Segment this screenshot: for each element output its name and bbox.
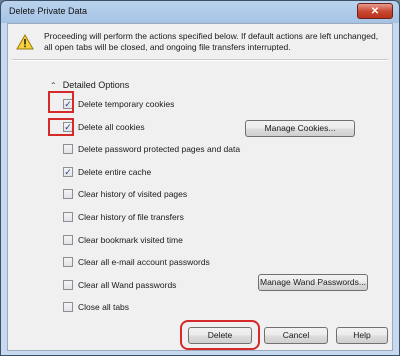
window-title: Delete Private Data <box>9 6 88 16</box>
manage-cookies-button[interactable]: Manage Cookies... <box>245 120 355 137</box>
divider <box>12 59 388 61</box>
checkbox-unchecked[interactable] <box>63 144 73 154</box>
checkbox-checked[interactable]: ✓ <box>63 167 73 177</box>
option-label: Delete all cookies <box>78 122 145 132</box>
checkbox-unchecked[interactable] <box>63 189 73 199</box>
highlight-all-cookies <box>48 118 74 136</box>
title-bar[interactable]: Delete Private Data ✕ <box>1 1 399 23</box>
detailed-options-label: Detailed Options <box>62 80 130 90</box>
checkbox-unchecked[interactable] <box>63 257 73 267</box>
detailed-options-toggle[interactable]: ⌃ Detailed Options <box>50 80 129 90</box>
delete-private-data-dialog: Delete Private Data ✕ Proceeding will pe… <box>0 0 400 356</box>
checkbox-unchecked[interactable] <box>63 235 73 245</box>
manage-wand-passwords-button[interactable]: Manage Wand Passwords... <box>258 274 368 291</box>
help-button[interactable]: Help <box>336 327 388 344</box>
warning-icon <box>16 34 34 50</box>
option-label: Clear history of file transfers <box>78 212 184 222</box>
option-label: Close all tabs <box>78 302 130 312</box>
highlight-delete-button <box>180 320 260 350</box>
option-label: Delete temporary cookies <box>78 99 175 109</box>
close-button[interactable]: ✕ <box>357 3 393 19</box>
option-label: Delete password protected pages and data <box>78 144 241 154</box>
option-label: Clear history of visited pages <box>78 189 188 199</box>
option-label: Clear all Wand passwords <box>78 280 177 290</box>
dialog-content: Proceeding will perform the actions spec… <box>7 23 393 351</box>
warning-message: Proceeding will perform the actions spec… <box>44 31 379 52</box>
checkbox-unchecked[interactable] <box>63 212 73 222</box>
cancel-button[interactable]: Cancel <box>264 327 328 344</box>
checkbox-unchecked[interactable] <box>63 302 73 312</box>
option-label: Clear all e-mail account passwords <box>78 257 210 267</box>
highlight-temporary-cookies <box>48 91 74 113</box>
option-label: Delete entire cache <box>78 167 152 177</box>
chevron-up-icon: ⌃ <box>50 81 57 90</box>
checkbox-unchecked[interactable] <box>63 280 73 290</box>
option-label: Clear bookmark visited time <box>78 235 183 245</box>
